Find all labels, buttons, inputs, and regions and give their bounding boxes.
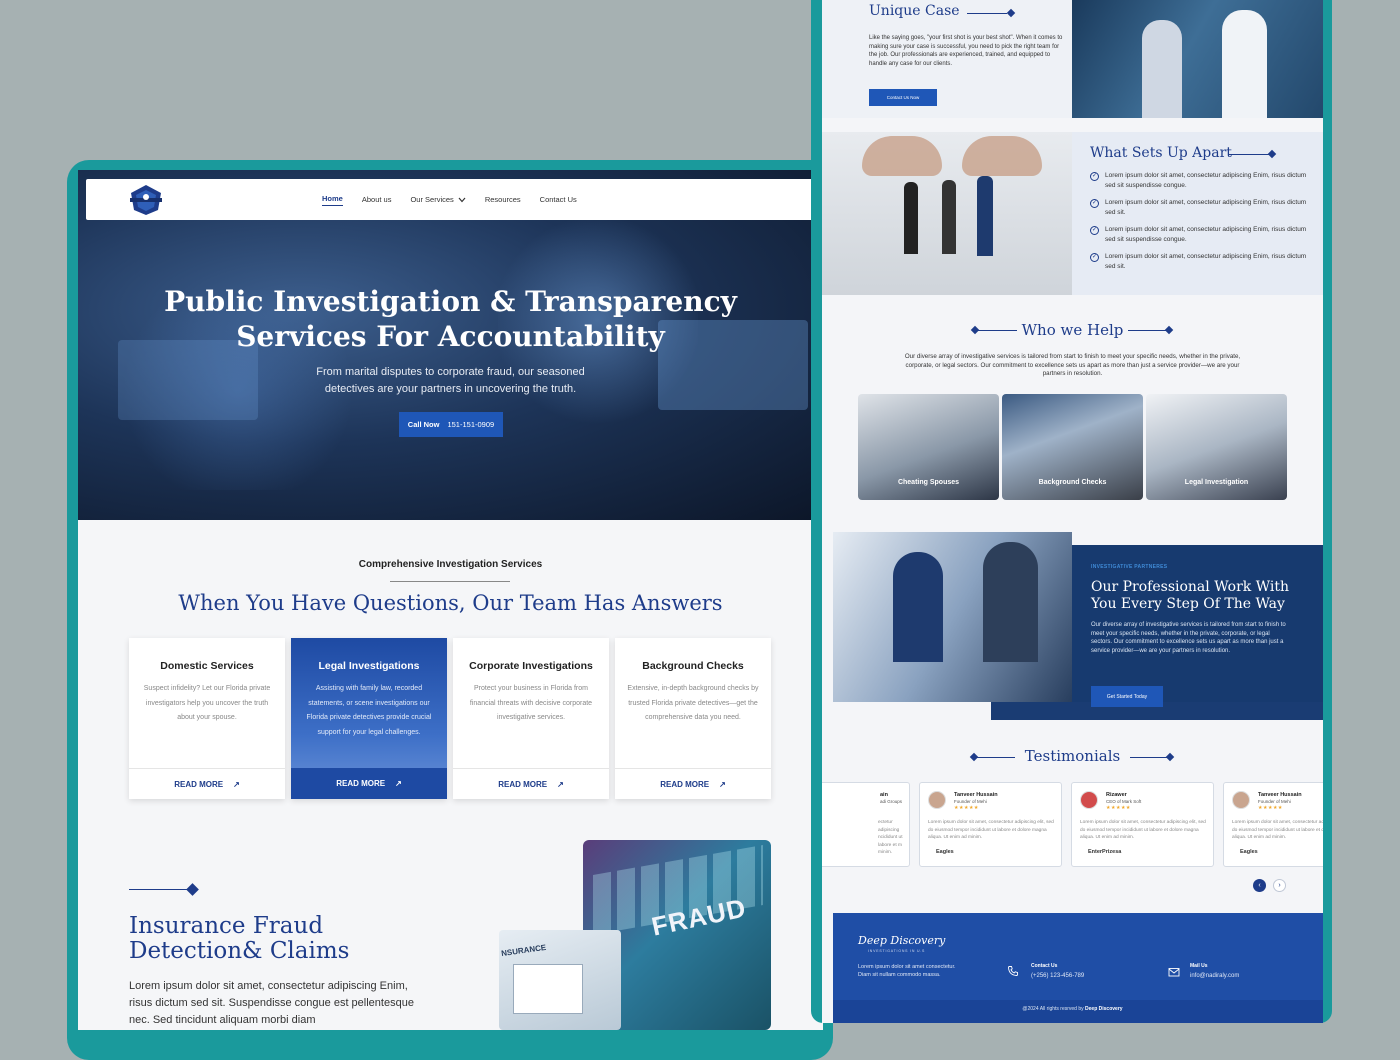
- chevron-left-icon: ‹: [1258, 882, 1261, 889]
- services-eyebrow: Comprehensive Investigation Services: [358, 559, 543, 570]
- star-rating: ★★★★★: [1258, 805, 1283, 811]
- footer-description: Lorem ipsum dolor sit amet consectetur. …: [858, 964, 956, 978]
- check-circle-icon: ✓: [1090, 253, 1099, 262]
- chevron-down-icon: [458, 197, 466, 202]
- list-item: ✓ Lorem ipsum dolor sit amet, consectetur…: [1090, 199, 1307, 216]
- team-photo: [1072, 0, 1323, 118]
- insurance-title: Insurance Fraud Detection& Claims: [129, 913, 350, 964]
- testimonial-carousel: ain adi Groups ectetur adipiscing ncidid…: [822, 782, 1323, 867]
- unique-case-title: Unique Case: [869, 3, 960, 19]
- nav-services[interactable]: Our Services: [410, 195, 466, 204]
- nav-resources[interactable]: Resources: [485, 195, 521, 204]
- check-circle-icon: ✓: [1090, 172, 1099, 181]
- services-title: When You Have Questions, Our Team Has An…: [178, 591, 723, 615]
- avatar: [928, 791, 946, 809]
- read-more-button[interactable]: READ MORE ↗: [453, 768, 609, 799]
- nav-home[interactable]: Home: [322, 194, 343, 206]
- meeting-photo: [833, 532, 1072, 702]
- mail-icon: [1168, 968, 1180, 977]
- read-more-button[interactable]: READ MORE ↗: [291, 768, 447, 799]
- footer-logo[interactable]: Deep Discovery: [858, 934, 945, 947]
- mail-label: Mail Us: [1190, 963, 1208, 969]
- avatar: [1232, 791, 1250, 809]
- insurance-text: Lorem ipsum dolor sit amet, consectetur …: [129, 980, 414, 1026]
- top-nav: Home About us Our Services Resources Con…: [86, 179, 815, 220]
- section-line: [129, 889, 189, 890]
- help-cards: Cheating Spouses Background Checks Legal…: [858, 394, 1287, 500]
- avatar: [1080, 791, 1098, 809]
- check-circle-icon: ✓: [1090, 226, 1099, 235]
- call-now-button[interactable]: Call Now 151-151-0909: [399, 412, 503, 437]
- nav-about[interactable]: About us: [362, 195, 392, 204]
- testimonial-card: Tanveer Hussain Founder of Mehi ★★★★★ Lo…: [1223, 782, 1323, 867]
- diamond-icon: [186, 883, 199, 896]
- testimonials-title: Testimonials: [1024, 747, 1121, 765]
- star-rating: ★★★★★: [1106, 805, 1131, 811]
- unique-case-text: Like the saying goes, "your first shot i…: [869, 35, 1063, 67]
- service-card-active: Legal Investigations Assisting with fami…: [291, 638, 447, 799]
- carousel-prev-button[interactable]: ‹: [1253, 879, 1266, 892]
- sets-apart-list: ✓ Lorem ipsum dolor sit amet, consectetur…: [1090, 171, 1315, 279]
- hero-section: Home About us Our Services Resources Con…: [78, 170, 823, 520]
- get-started-button[interactable]: Get Started Today: [1091, 686, 1163, 707]
- help-card-cheating-spouses[interactable]: Cheating Spouses: [858, 394, 999, 500]
- list-item: ✓ Lorem ipsum dolor sit amet, consectetur…: [1090, 253, 1307, 270]
- arrow-up-right-icon: ↗: [233, 779, 240, 789]
- testimonial-card: ain adi Groups ectetur adipiscing ncidid…: [822, 782, 910, 867]
- arrow-up-right-icon: ↗: [557, 779, 564, 789]
- help-card-background-checks[interactable]: Background Checks: [1002, 394, 1143, 500]
- testimonial-card: Tanveer Hussain Founder of Mehi ★★★★★ Lo…: [919, 782, 1062, 867]
- service-card: Corporate Investigations Protect your bu…: [453, 638, 609, 799]
- read-more-button[interactable]: READ MORE ↗: [615, 768, 771, 799]
- hero-title: Public Investigation & Transparency Serv…: [164, 285, 737, 353]
- business-people-photo: [822, 132, 1072, 295]
- sets-apart-title: What Sets Up Apart: [1090, 145, 1232, 161]
- star-rating: ★★★★★: [954, 805, 979, 811]
- help-card-legal-investigation[interactable]: Legal Investigation: [1146, 394, 1287, 500]
- read-more-button[interactable]: READ MORE ↗: [129, 768, 285, 799]
- footer-logo-sub: INVESTIGATIONS IN U.S: [868, 949, 926, 953]
- contact-label: Contact Us: [1031, 963, 1058, 969]
- insurance-document-image: NSURANCE: [499, 930, 621, 1030]
- mail-address[interactable]: info@nadiraly.com: [1190, 973, 1239, 979]
- who-we-help-text: Our diverse array of investigative servi…: [904, 353, 1241, 377]
- service-card: Background Checks Extensive, in-depth ba…: [615, 638, 771, 799]
- professional-title: Our Professional Work With You Every Ste…: [1091, 579, 1289, 612]
- chevron-right-icon: ›: [1278, 882, 1281, 889]
- testimonial-card: Rizawer CEO of Mark Soft ★★★★★ Lorem ips…: [1071, 782, 1214, 867]
- list-item: ✓ Lorem ipsum dolor sit amet, consectetur…: [1090, 226, 1307, 243]
- phone-icon: [1008, 966, 1018, 976]
- carousel-next-button[interactable]: ›: [1273, 879, 1286, 892]
- service-cards: Domestic Services Suspect infidelity? Le…: [129, 638, 771, 799]
- nav-services-label: Our Services: [410, 195, 454, 204]
- arrow-up-right-icon: ↗: [719, 779, 726, 789]
- professional-text: Our diverse array of investigative servi…: [1091, 622, 1286, 654]
- hero-subtitle: From marital disputes to corporate fraud…: [316, 366, 585, 395]
- arrow-up-right-icon: ↗: [395, 779, 402, 788]
- service-card: Domestic Services Suspect infidelity? Le…: [129, 638, 285, 799]
- contact-us-now-button[interactable]: Contact Us Now: [869, 89, 937, 106]
- contact-phone[interactable]: (+256) 123-456-789: [1031, 973, 1084, 979]
- shield-logo-icon[interactable]: [128, 184, 164, 216]
- divider: [390, 581, 510, 582]
- inner-page-mockup: Unique Case Like the saying goes, "your …: [822, 0, 1323, 1023]
- copyright: @2024 All rights resrved by Deep Discove…: [1022, 1006, 1123, 1012]
- homepage-mockup: Home About us Our Services Resources Con…: [78, 170, 823, 1030]
- who-we-help-title: Who we Help: [1021, 321, 1124, 339]
- nav-contact[interactable]: Contact Us: [540, 195, 577, 204]
- list-item: ✓ Lorem ipsum dolor sit amet, consectetur…: [1090, 172, 1307, 189]
- partners-eyebrow: INVESTIGATIVE PARTNERES: [1091, 564, 1168, 570]
- check-circle-icon: ✓: [1090, 199, 1099, 208]
